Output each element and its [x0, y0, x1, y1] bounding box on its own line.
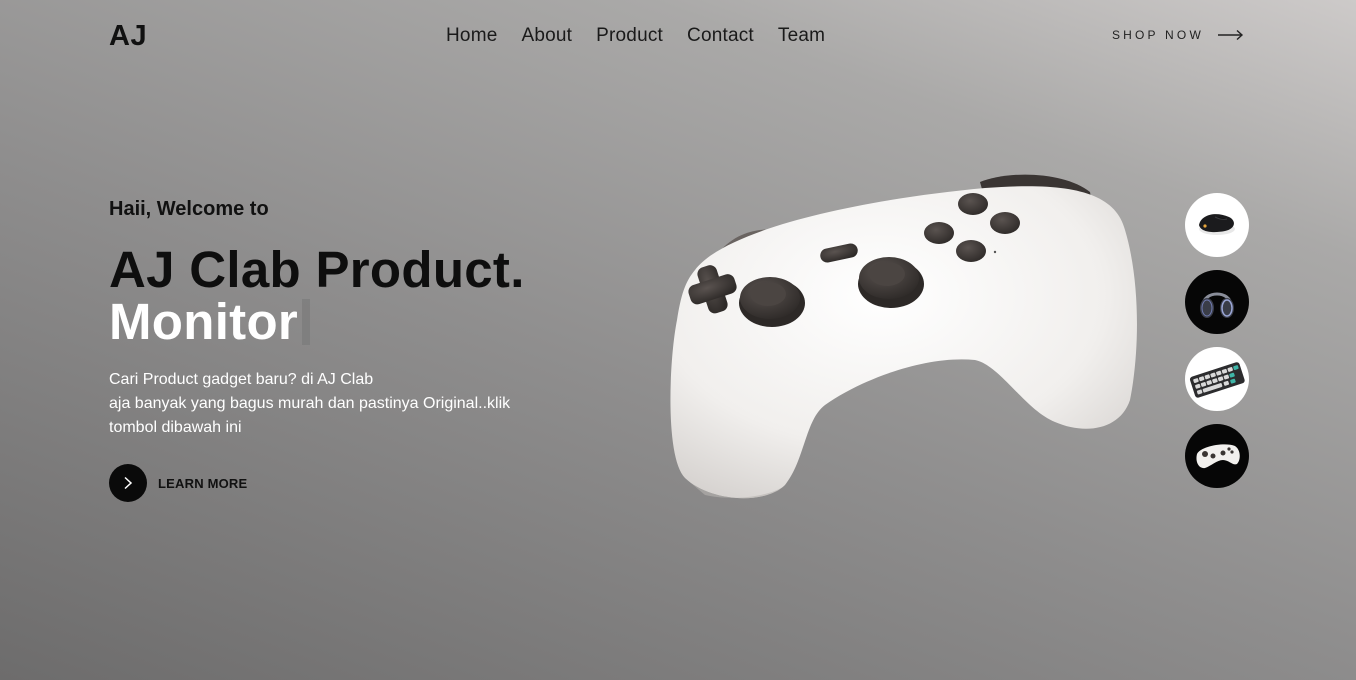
nav-item-contact[interactable]: Contact	[687, 25, 754, 47]
thumbnail-controller[interactable]	[1185, 424, 1249, 488]
hero-title: AJ Clab Product.	[109, 241, 525, 298]
learn-more-button[interactable]: LEARN MORE	[109, 464, 247, 502]
landing-page: AJ Home About Product Contact Team SHOP …	[0, 0, 1356, 680]
brand-logo[interactable]: AJ	[109, 20, 147, 53]
nav-item-about[interactable]: About	[521, 25, 572, 47]
thumbnail-headphones[interactable]	[1185, 270, 1249, 334]
nav-item-team[interactable]: Team	[778, 25, 825, 47]
keyboard-icon	[1189, 362, 1245, 398]
headphones-icon	[1200, 292, 1234, 318]
thumbnail-keyboard[interactable]	[1185, 347, 1249, 411]
mouse-icon	[1199, 214, 1235, 235]
hero-typing-word: Monitor	[109, 293, 299, 350]
hero-welcome: Haii, Welcome to	[109, 198, 269, 220]
chevron-right-icon	[124, 476, 133, 490]
shop-now-label: SHOP NOW	[1111, 28, 1204, 42]
product-thumbnail-list	[1185, 193, 1249, 488]
gamepad-icon	[1196, 444, 1240, 469]
hero-description: Cari Product gadget baru? di AJ Clab aja…	[109, 368, 549, 440]
gamepad-hero-image	[670, 174, 1137, 499]
description-line: Cari Product gadget baru? di AJ Clab	[109, 371, 374, 388]
nav-item-home[interactable]: Home	[446, 25, 497, 47]
typing-cursor	[302, 298, 311, 345]
hero-typing-title: Monitor	[109, 292, 311, 351]
thumbnail-mouse[interactable]	[1185, 193, 1249, 257]
main-nav: Home About Product Contact Team	[446, 25, 825, 47]
nav-item-product[interactable]: Product	[596, 25, 663, 47]
shop-now-link[interactable]: SHOP NOW	[1112, 28, 1244, 42]
description-line: tombol dibawah ini	[109, 419, 242, 436]
description-line: aja banyak yang bagus murah dan pastinya…	[109, 395, 511, 412]
learn-more-circle[interactable]	[109, 464, 147, 502]
learn-more-label: LEARN MORE	[158, 475, 248, 491]
arrow-right-icon	[1218, 29, 1244, 41]
